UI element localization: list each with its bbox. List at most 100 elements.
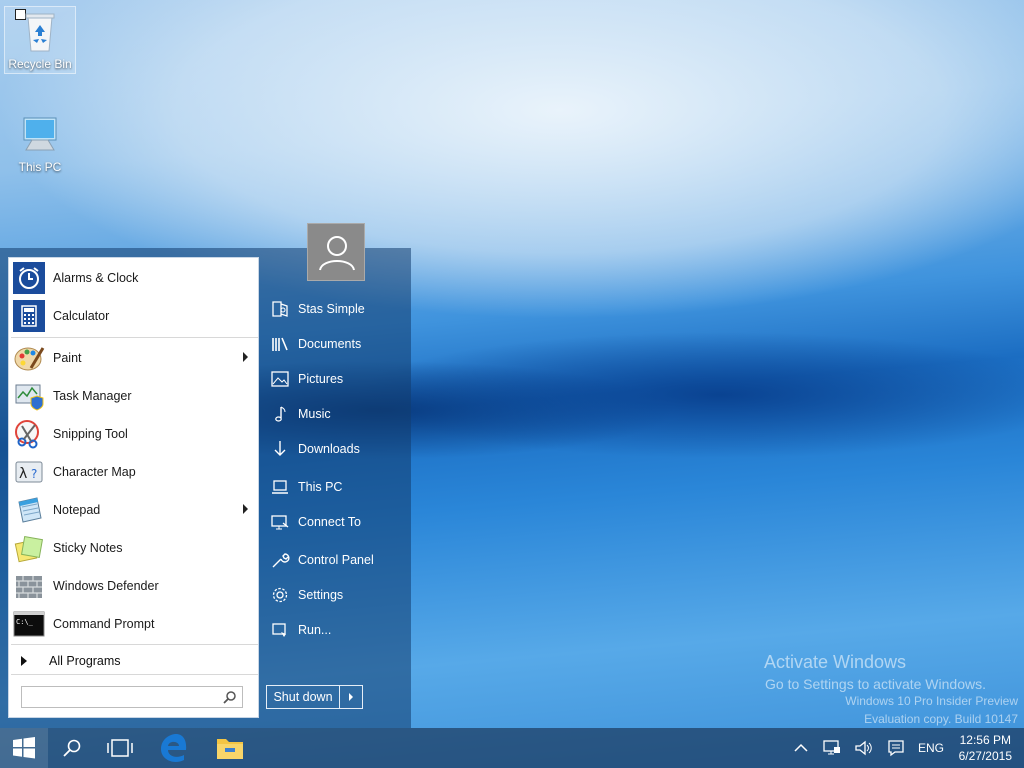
app-label: Calculator bbox=[53, 309, 110, 323]
place-label: Stas Simple bbox=[298, 302, 365, 316]
clock-date: 6/27/2015 bbox=[958, 749, 1012, 763]
place-label: Documents bbox=[298, 337, 362, 351]
all-programs-button[interactable]: All Programs bbox=[11, 650, 258, 672]
desktop-icon-label: Recycle Bin bbox=[8, 57, 72, 71]
programs-panel: Alarms & Clock Calculator Paint Task Man… bbox=[8, 257, 259, 718]
place-label: Pictures bbox=[298, 372, 344, 386]
calculator-icon bbox=[13, 300, 45, 332]
svg-text:C:\_: C:\_ bbox=[16, 618, 34, 626]
submenu-arrow-icon[interactable] bbox=[243, 504, 248, 514]
place-user-folder[interactable]: Stas Simple bbox=[266, 294, 406, 324]
app-notepad[interactable]: Notepad bbox=[11, 492, 258, 528]
app-sticky-notes[interactable]: Sticky Notes bbox=[11, 530, 258, 566]
place-downloads[interactable]: Downloads bbox=[266, 434, 406, 464]
app-windows-defender[interactable]: Windows Defender bbox=[11, 568, 258, 604]
place-run[interactable]: Run... bbox=[266, 615, 406, 645]
app-label: Snipping Tool bbox=[53, 427, 128, 441]
alarm-clock-icon bbox=[13, 262, 45, 294]
desktop-icon-label: This PC bbox=[18, 160, 62, 174]
shutdown-options-button[interactable] bbox=[340, 686, 362, 708]
network-button[interactable] bbox=[818, 728, 846, 768]
place-settings[interactable]: Settings bbox=[266, 580, 406, 610]
chevron-right-icon bbox=[349, 693, 353, 701]
network-icon bbox=[823, 740, 840, 755]
app-label: Sticky Notes bbox=[53, 541, 123, 555]
computer-icon bbox=[18, 110, 62, 158]
submenu-arrow-icon[interactable] bbox=[243, 352, 248, 362]
svg-text:?: ? bbox=[31, 467, 37, 481]
place-label: Connect To bbox=[298, 515, 362, 529]
pinned-separator bbox=[11, 337, 258, 338]
app-label: Notepad bbox=[53, 503, 101, 517]
app-command-prompt[interactable]: C:\_ Command Prompt bbox=[11, 606, 258, 642]
place-pictures[interactable]: Pictures bbox=[266, 364, 406, 394]
laptop-icon bbox=[272, 480, 288, 494]
edge-browser-button[interactable] bbox=[150, 728, 198, 768]
notepad-icon bbox=[13, 494, 45, 526]
input-language-button[interactable]: ENG bbox=[912, 728, 950, 768]
task-view-button[interactable] bbox=[96, 728, 144, 768]
place-label: This PC bbox=[298, 480, 343, 494]
app-calculator[interactable]: Calculator bbox=[11, 298, 258, 334]
app-alarms-clock[interactable]: Alarms & Clock bbox=[11, 260, 258, 296]
desktop-icon-recycle-bin[interactable]: Recycle Bin bbox=[4, 6, 76, 74]
show-hidden-icons-button[interactable] bbox=[788, 728, 814, 768]
task-view-icon bbox=[107, 739, 133, 757]
place-music[interactable]: Music bbox=[266, 399, 406, 429]
gear-icon bbox=[272, 587, 288, 603]
search-separator bbox=[11, 674, 258, 675]
activation-subtitle: Go to Settings to activate Windows. bbox=[765, 676, 986, 692]
start-search-input[interactable] bbox=[22, 687, 212, 707]
place-connect-to[interactable]: Connect To bbox=[266, 507, 406, 537]
start-search-box[interactable] bbox=[21, 686, 243, 708]
chevron-up-icon bbox=[794, 743, 808, 752]
music-note-icon bbox=[275, 406, 286, 422]
run-icon bbox=[272, 623, 286, 637]
clock-time: 12:56 PM bbox=[959, 733, 1011, 747]
file-explorer-button[interactable] bbox=[206, 728, 254, 768]
wrench-icon bbox=[272, 553, 290, 568]
place-label: Control Panel bbox=[298, 553, 374, 567]
clock-button[interactable]: 12:56 PM 6/27/2015 bbox=[959, 732, 1012, 764]
app-label: Command Prompt bbox=[53, 617, 155, 631]
volume-button[interactable] bbox=[850, 728, 878, 768]
search-button[interactable] bbox=[48, 728, 96, 768]
action-center-icon bbox=[888, 740, 904, 757]
speaker-icon bbox=[855, 740, 872, 756]
app-task-manager[interactable]: Task Manager bbox=[11, 378, 258, 414]
recycle-bin-icon bbox=[18, 7, 62, 55]
place-label: Run... bbox=[298, 623, 332, 637]
windows-logo-icon bbox=[13, 737, 35, 759]
character-map-icon: λ? bbox=[13, 456, 45, 488]
search-icon bbox=[63, 739, 81, 757]
desktop-icon-this-pc[interactable]: This PC bbox=[4, 110, 76, 174]
all-programs-label: All Programs bbox=[49, 654, 121, 668]
app-paint[interactable]: Paint bbox=[11, 340, 258, 376]
connect-to-icon bbox=[271, 515, 289, 530]
defender-wall-icon bbox=[13, 570, 45, 602]
apps-separator bbox=[11, 644, 258, 645]
app-label: Alarms & Clock bbox=[53, 271, 139, 285]
action-center-button[interactable] bbox=[882, 728, 910, 768]
build-edition: Windows 10 Pro Insider Preview bbox=[845, 694, 1018, 708]
place-label: Music bbox=[298, 407, 331, 421]
app-label: Character Map bbox=[53, 465, 136, 479]
place-this-pc[interactable]: This PC bbox=[266, 472, 406, 502]
build-number: Evaluation copy. Build 10147 bbox=[864, 712, 1018, 726]
task-manager-icon bbox=[13, 380, 45, 412]
sticky-notes-icon bbox=[13, 532, 45, 564]
documents-icon bbox=[272, 337, 288, 351]
start-button[interactable] bbox=[0, 728, 48, 768]
expand-triangle-icon bbox=[21, 656, 27, 666]
user-avatar[interactable] bbox=[307, 223, 365, 281]
shutdown-button[interactable]: Shut down bbox=[267, 686, 340, 708]
place-control-panel[interactable]: Control Panel bbox=[266, 545, 406, 575]
search-icon[interactable] bbox=[223, 690, 237, 704]
app-character-map[interactable]: λ? Character Map bbox=[11, 454, 258, 490]
app-label: Windows Defender bbox=[53, 579, 159, 593]
shutdown-split-button: Shut down bbox=[266, 685, 363, 709]
app-label: Task Manager bbox=[53, 389, 132, 403]
place-documents[interactable]: Documents bbox=[266, 329, 406, 359]
app-snipping-tool[interactable]: Snipping Tool bbox=[11, 416, 258, 452]
place-label: Downloads bbox=[298, 442, 360, 456]
